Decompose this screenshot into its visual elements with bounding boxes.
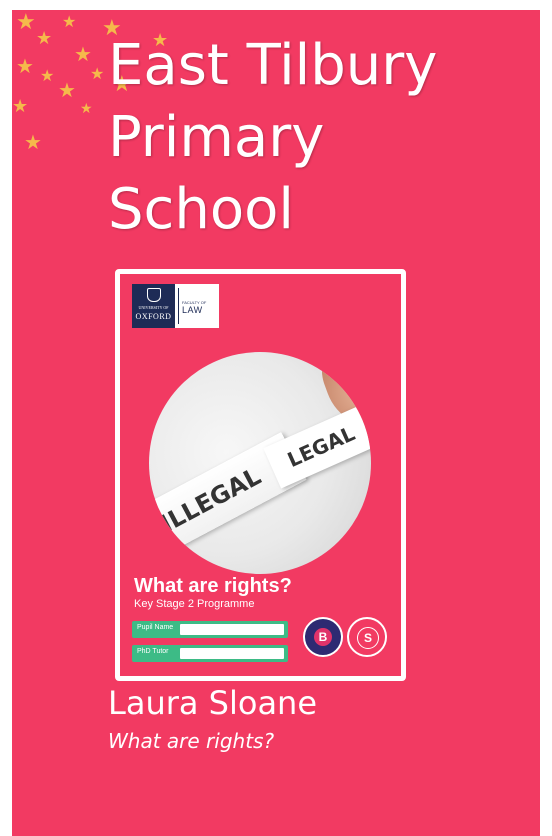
pupil-name-field: Pupil Name <box>132 621 288 638</box>
phd-tutor-box <box>180 648 284 659</box>
star-icon: ★ <box>74 42 92 66</box>
pupil-name-label: Pupil Name <box>137 624 174 631</box>
star-icon: ★ <box>16 54 34 78</box>
university-name: OXFORD <box>135 312 172 321</box>
school-title: East Tilbury Primary School <box>108 30 538 246</box>
school-title-line: East Tilbury <box>108 33 438 98</box>
oxford-crest-block: UNIVERSITY OF OXFORD <box>132 284 175 328</box>
book-title: What are rights? <box>108 729 275 753</box>
star-icon: ★ <box>62 12 77 31</box>
pupil-name-box <box>180 624 284 635</box>
phd-tutor-field: PhD Tutor <box>132 645 288 662</box>
legal-illegal-photo: ILLEGAL LEGAL <box>149 352 371 574</box>
crest-icon <box>146 288 161 302</box>
university-small-text: UNIVERSITY OF <box>138 305 169 310</box>
faculty-name: LAW <box>182 305 203 315</box>
school-title-line: School <box>108 177 294 242</box>
star-icon: ★ <box>12 96 29 117</box>
star-icon: ★ <box>80 101 93 117</box>
star-icon: ★ <box>16 10 36 35</box>
cover-heading: What are rights? <box>134 575 292 597</box>
oxford-law-logo: UNIVERSITY OF OXFORD FACULTY OF LAW <box>132 284 219 328</box>
legal-paper-strip: LEGAL <box>263 399 371 489</box>
star-icon: ★ <box>36 28 53 49</box>
cover-programme: Key Stage 2 Programme <box>134 598 255 610</box>
star-icon: ★ <box>24 130 42 154</box>
book-cover-image[interactable]: UNIVERSITY OF OXFORD FACULTY OF LAW ILLE… <box>115 269 406 681</box>
b-award-badge-icon: B <box>303 617 343 657</box>
school-title-line: Primary <box>108 105 325 170</box>
star-icon: ★ <box>90 64 105 83</box>
star-icon: ★ <box>40 66 55 85</box>
star-icon: ★ <box>58 78 76 102</box>
phd-tutor-label: PhD Tutor <box>137 648 169 655</box>
s-award-badge-icon: S <box>347 617 387 657</box>
badge-letter: S <box>357 627 379 649</box>
faculty-block: FACULTY OF LAW <box>178 288 216 324</box>
author-name: Laura Sloane <box>108 684 318 722</box>
badge-letter: B <box>314 628 332 646</box>
book-cover-card[interactable]: ★ ★ ★ ★ ★ ★ ★ ★ ★ ★ ★ ★ ★ ★ East Tilbury… <box>12 10 540 836</box>
